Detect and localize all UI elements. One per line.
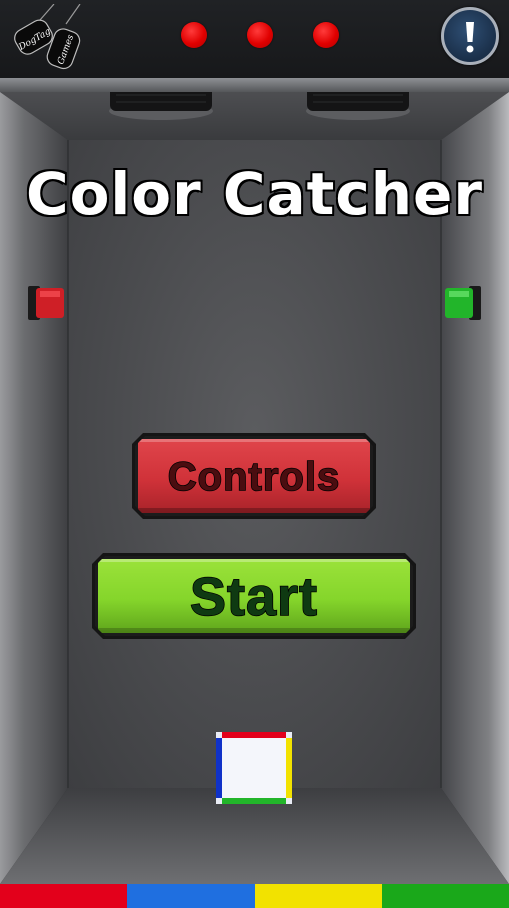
strip-red (0, 884, 128, 908)
strip-green (381, 884, 509, 908)
start-button[interactable]: Start (95, 556, 413, 636)
ceiling-ledge (0, 78, 509, 92)
game-screen: Color Catcher Controls Start DogTag Game… (0, 0, 509, 908)
player-cube[interactable] (216, 732, 292, 804)
cube-bottom-face (222, 798, 286, 804)
controls-button-label: Controls (167, 454, 341, 499)
left-emitter (28, 286, 64, 320)
dogtag-games-logo[interactable]: DogTag Games (8, 4, 88, 76)
alert-button[interactable] (441, 7, 499, 65)
life-dot (313, 22, 339, 48)
lives-indicator (180, 22, 340, 48)
controls-button[interactable]: Controls (135, 436, 373, 516)
ceiling (0, 92, 509, 140)
cube-top-face (222, 732, 286, 738)
strip-yellow (254, 884, 382, 908)
life-dot (181, 22, 207, 48)
right-emitter (445, 286, 481, 320)
strip-blue (127, 884, 255, 908)
color-strip (0, 884, 509, 908)
start-button-label: Start (189, 567, 319, 627)
cube-left-face (216, 738, 222, 798)
cube-right-face (286, 738, 292, 798)
life-dot (247, 22, 273, 48)
exclamation-icon (466, 22, 474, 53)
top-bar: DogTag Games (0, 0, 509, 78)
game-title: Color Catcher (25, 159, 484, 230)
